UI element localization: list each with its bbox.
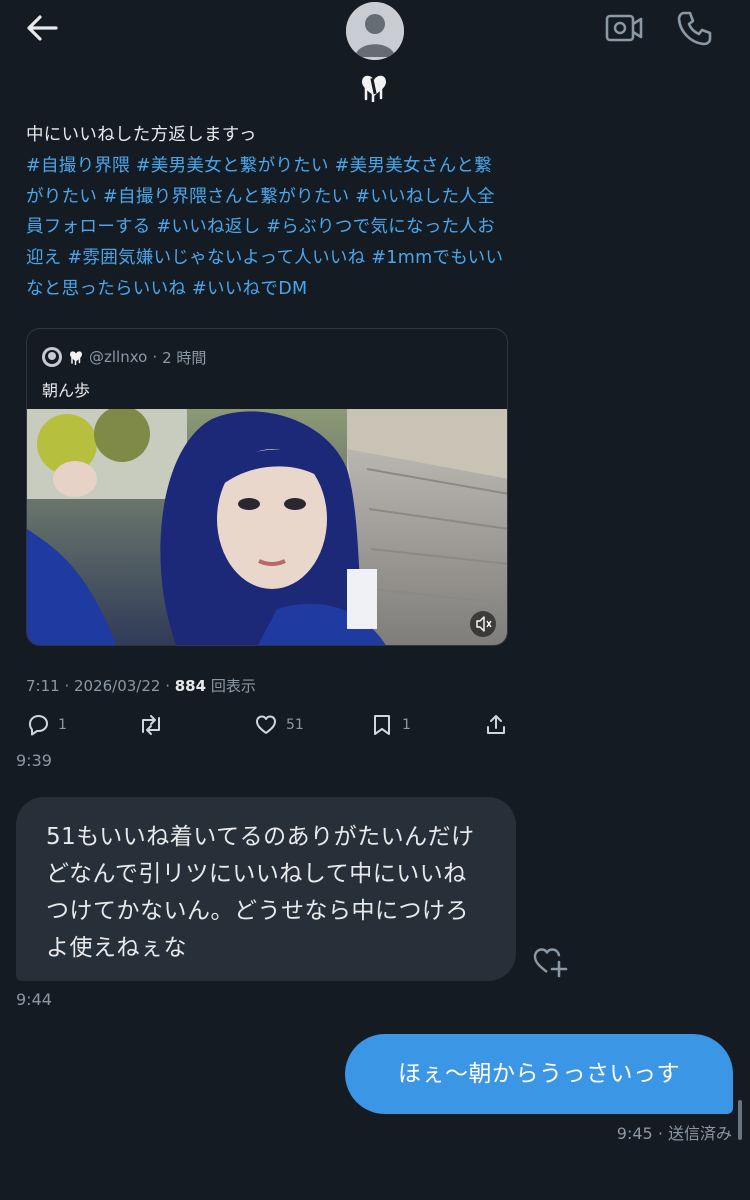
heart-plus-icon [533, 948, 568, 978]
bookmark-icon [374, 715, 390, 735]
conversation-header [0, 0, 750, 110]
share-button[interactable] [484, 710, 508, 740]
quoted-tweet[interactable]: @zllnxo · 2 時間 朝ん歩 [26, 328, 508, 646]
incoming-message[interactable]: 51もいいね着いてるのありがたいんだけどなんで引リツにいいねして中にいいねつけて… [16, 797, 516, 981]
phone-icon [677, 11, 712, 46]
quoted-time: 2 時間 [162, 348, 207, 367]
arrow-left-icon [27, 15, 58, 41]
like-button[interactable]: 51 [254, 710, 304, 740]
outgoing-message[interactable]: ほぇ〜朝からうっさいっす [345, 1034, 733, 1114]
dripping-heart-icon [70, 351, 82, 366]
dripping-heart-icon [362, 75, 386, 104]
message-time: 9:44 [16, 990, 52, 1009]
user-badge [356, 72, 392, 104]
tweet-datetime: 7:11 · 2026/03/22 · [26, 677, 175, 695]
quoted-text: 朝ん歩 [42, 381, 91, 400]
message-time: 9:45 [616, 1124, 653, 1143]
default-avatar-icon [346, 2, 404, 60]
like-count: 51 [286, 717, 304, 733]
reply-icon [29, 715, 48, 736]
quoted-tweet-header: @zllnxo · 2 時間 [42, 345, 206, 369]
quoted-badge [67, 349, 85, 366]
quoted-handle[interactable]: @zllnxo [89, 348, 147, 366]
share-icon [487, 715, 505, 734]
quoted-video[interactable] [27, 406, 507, 645]
add-reaction-button[interactable] [530, 942, 570, 978]
quoted-separator: · [152, 348, 158, 366]
speaker-muted-icon [476, 616, 492, 632]
reply-count: 1 [58, 717, 67, 733]
video-thumbnail [27, 406, 507, 645]
sent-status: · 送信済み [652, 1124, 732, 1143]
scrollbar[interactable] [738, 1100, 742, 1140]
retweet-icon [142, 715, 160, 735]
user-avatar[interactable] [346, 2, 404, 60]
video-camera-icon [605, 14, 643, 42]
bookmark-button[interactable]: 1 [370, 710, 411, 740]
tweet-meta: 7:11 · 2026/03/22 · 884 回表示 [26, 675, 256, 696]
tweet-actions: 1 51 1 [26, 710, 510, 740]
video-call-button[interactable] [604, 10, 644, 46]
tweet-text: 中にいいねした方返しますっ #自撮り界隈 #美男美女と繋がりたい #美男美女さん… [26, 120, 506, 305]
voice-call-button[interactable] [674, 8, 714, 48]
heart-icon [256, 715, 276, 734]
mute-button[interactable] [470, 611, 496, 637]
retweet-button[interactable] [138, 710, 164, 740]
tweet-hashtags[interactable]: #自撮り界隈 #美男美女と繋がりたい #美男美女さんと繋がりたい #自撮り界隈さ… [26, 156, 503, 299]
bookmark-count: 1 [402, 717, 411, 733]
message-time: 9:39 [16, 751, 52, 770]
message-status: 9:45 · 送信済み [617, 1120, 732, 1144]
view-count: 884 [174, 677, 207, 695]
back-button[interactable] [22, 10, 62, 46]
reply-button[interactable]: 1 [26, 710, 67, 740]
view-label: 回表示 [206, 677, 256, 695]
tweet-body: 中にいいねした方返しますっ [26, 125, 257, 145]
quoted-avatar[interactable] [42, 347, 62, 367]
